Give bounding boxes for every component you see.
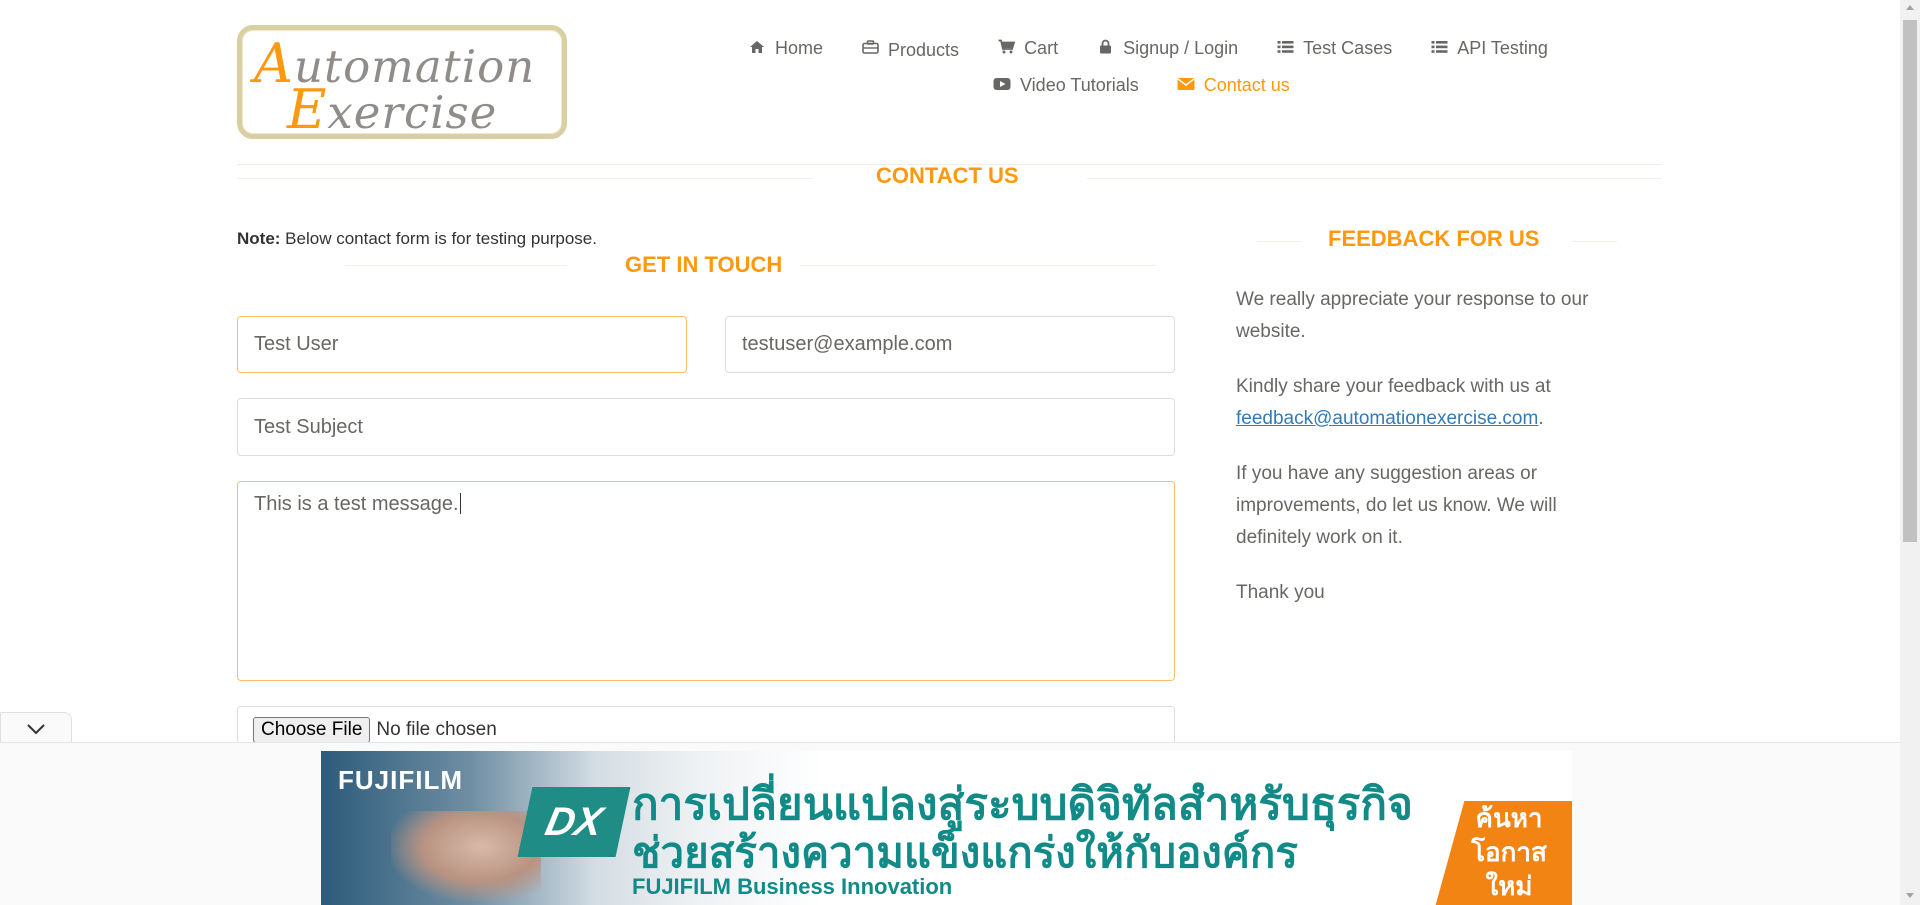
choose-file-button[interactable]: Choose File — [253, 717, 371, 743]
site-logo[interactable]: Automation Exercise — [237, 25, 567, 141]
ad-banner[interactable]: FUJIFILM DX การเปลี่ยนแปลงสู่ระบบดิจิทัล… — [321, 751, 1572, 905]
ad-subline: FUJIFILM Business Innovation — [632, 874, 953, 899]
feedback-email-link[interactable]: feedback@automationexercise.com — [1236, 408, 1538, 429]
text-caret — [459, 493, 461, 514]
testing-note: Note: Below contact form is for testing … — [237, 229, 597, 248]
get-in-touch-title: Get In Touch — [625, 252, 783, 277]
feedback-line-right — [1572, 241, 1617, 242]
get-in-touch-line-right — [800, 265, 1156, 266]
feedback-text: We really appreciate your response to ou… — [1236, 284, 1636, 632]
page: Automation Exercise Home Products Cart S… — [0, 0, 1900, 905]
ad-brand-logo: FUJIFILM — [338, 765, 463, 795]
nav-home[interactable]: Home — [748, 38, 823, 59]
email-field[interactable]: testuser@example.com — [725, 316, 1175, 373]
nav-row-2: Video Tutorials Contact us — [993, 75, 1328, 96]
feedback-paragraph-2: Kindly share your feedback with us at fe… — [1236, 376, 1551, 429]
page-title: Contact Us — [876, 163, 1019, 188]
home-icon — [748, 40, 766, 58]
feedback-paragraph-4: Thank you — [1236, 582, 1325, 603]
lock-icon — [1096, 39, 1114, 58]
nav-signup-login[interactable]: Signup / Login — [1096, 38, 1238, 59]
feedback-paragraph-1: We really appreciate your response to ou… — [1236, 289, 1589, 342]
nav-contact-us[interactable]: Contact us — [1177, 75, 1290, 96]
logo-line-2: Exercise — [287, 78, 498, 141]
feedback-title: Feedback For Us — [1328, 226, 1540, 251]
feedback-line-left — [1257, 241, 1302, 242]
nav-video-tutorials[interactable]: Video Tutorials — [993, 75, 1139, 96]
subject-field[interactable]: Test Subject — [237, 398, 1175, 456]
page-scrollbar[interactable] — [1900, 0, 1920, 905]
get-in-touch-line-left — [345, 265, 567, 266]
briefcase-icon — [861, 39, 879, 58]
envelope-icon — [1177, 77, 1195, 95]
feedback-paragraph-3: If you have any suggestion areas or impr… — [1236, 463, 1557, 548]
message-textarea[interactable]: This is a test message. — [237, 481, 1175, 681]
list-icon — [1430, 40, 1448, 58]
name-field[interactable]: Test User — [237, 316, 687, 373]
youtube-icon — [993, 77, 1011, 95]
ad-collapse-toggle[interactable] — [0, 712, 72, 743]
cart-icon — [997, 39, 1015, 58]
ad-cta-text[interactable]: ค้นหา โอกาส ใหม่ — [1449, 801, 1569, 903]
title-divider-right — [1087, 178, 1662, 179]
list-icon — [1276, 40, 1294, 58]
title-divider-left — [237, 178, 812, 179]
chevron-down-icon — [27, 724, 45, 735]
nav-row-1: Home Products Cart Signup / Login Test C… — [748, 38, 1586, 60]
scrollbar-thumb[interactable] — [1903, 20, 1917, 542]
nav-cart[interactable]: Cart — [997, 38, 1058, 59]
scroll-down-arrow-icon[interactable] — [1906, 893, 1914, 898]
scroll-up-arrow-icon[interactable] — [1906, 5, 1914, 10]
nav-products[interactable]: Products — [861, 38, 959, 60]
nav-api-testing[interactable]: API Testing — [1430, 38, 1548, 59]
nav-test-cases[interactable]: Test Cases — [1276, 38, 1392, 59]
file-status: No file chosen — [376, 719, 497, 740]
ad-dx-badge: DX — [517, 787, 631, 857]
